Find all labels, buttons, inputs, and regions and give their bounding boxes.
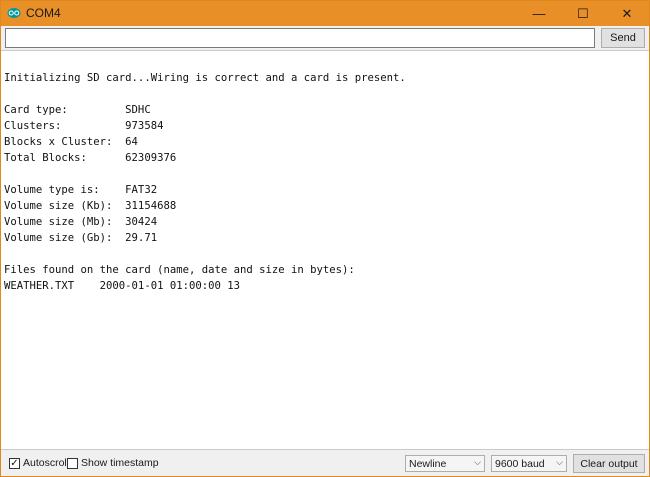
minimize-icon[interactable]: —	[517, 1, 561, 26]
output-line: Volume size (Kb): 31154688	[4, 200, 177, 212]
chevron-down-icon: ⌵	[474, 457, 481, 467]
clear-output-button[interactable]: Clear output	[573, 454, 645, 473]
show-timestamp-label: Show timestamp	[81, 457, 159, 469]
send-toolbar: Send	[1, 26, 649, 50]
maximize-icon[interactable]: ☐	[561, 1, 605, 26]
autoscroll-checkbox[interactable]: ✓	[9, 458, 20, 469]
send-button[interactable]: Send	[601, 28, 645, 48]
serial-monitor-window: COM4 — ☐ ✕ Send Initializing SD card...W…	[0, 0, 650, 477]
line-ending-value: Newline	[409, 458, 447, 470]
serial-output-area[interactable]: Initializing SD card...Wiring is correct…	[1, 50, 649, 450]
baud-rate-value: 9600 baud	[495, 458, 545, 470]
close-icon[interactable]: ✕	[605, 1, 649, 26]
output-line: Blocks x Cluster: 64	[4, 136, 138, 148]
arduino-logo-icon	[7, 8, 21, 18]
window-title: COM4	[26, 6, 61, 20]
output-line: Card type: SDHC	[4, 104, 151, 116]
serial-send-input[interactable]	[5, 28, 595, 48]
status-bar: ✓ Autoscroll Show timestamp Newline ⌵ 96…	[1, 450, 649, 476]
output-line: Files found on the card (name, date and …	[4, 264, 355, 276]
line-ending-select[interactable]: Newline ⌵	[405, 455, 485, 472]
output-line: Total Blocks: 62309376	[4, 152, 177, 164]
chevron-down-icon: ⌵	[556, 457, 563, 467]
title-bar: COM4 — ☐ ✕	[1, 1, 649, 26]
output-line: WEATHER.TXT 2000-01-01 01:00:00 13	[4, 280, 240, 292]
baud-rate-select[interactable]: 9600 baud ⌵	[491, 455, 567, 472]
output-line: Volume type is: FAT32	[4, 184, 158, 196]
output-line: Volume size (Mb): 30424	[4, 216, 158, 228]
output-line: Volume size (Gb): 29.71	[4, 232, 158, 244]
output-line: Clusters: 973584	[4, 120, 164, 132]
output-line: Initializing SD card...Wiring is correct…	[4, 72, 406, 84]
show-timestamp-checkbox[interactable]	[67, 458, 78, 469]
autoscroll-label: Autoscroll	[23, 457, 70, 469]
